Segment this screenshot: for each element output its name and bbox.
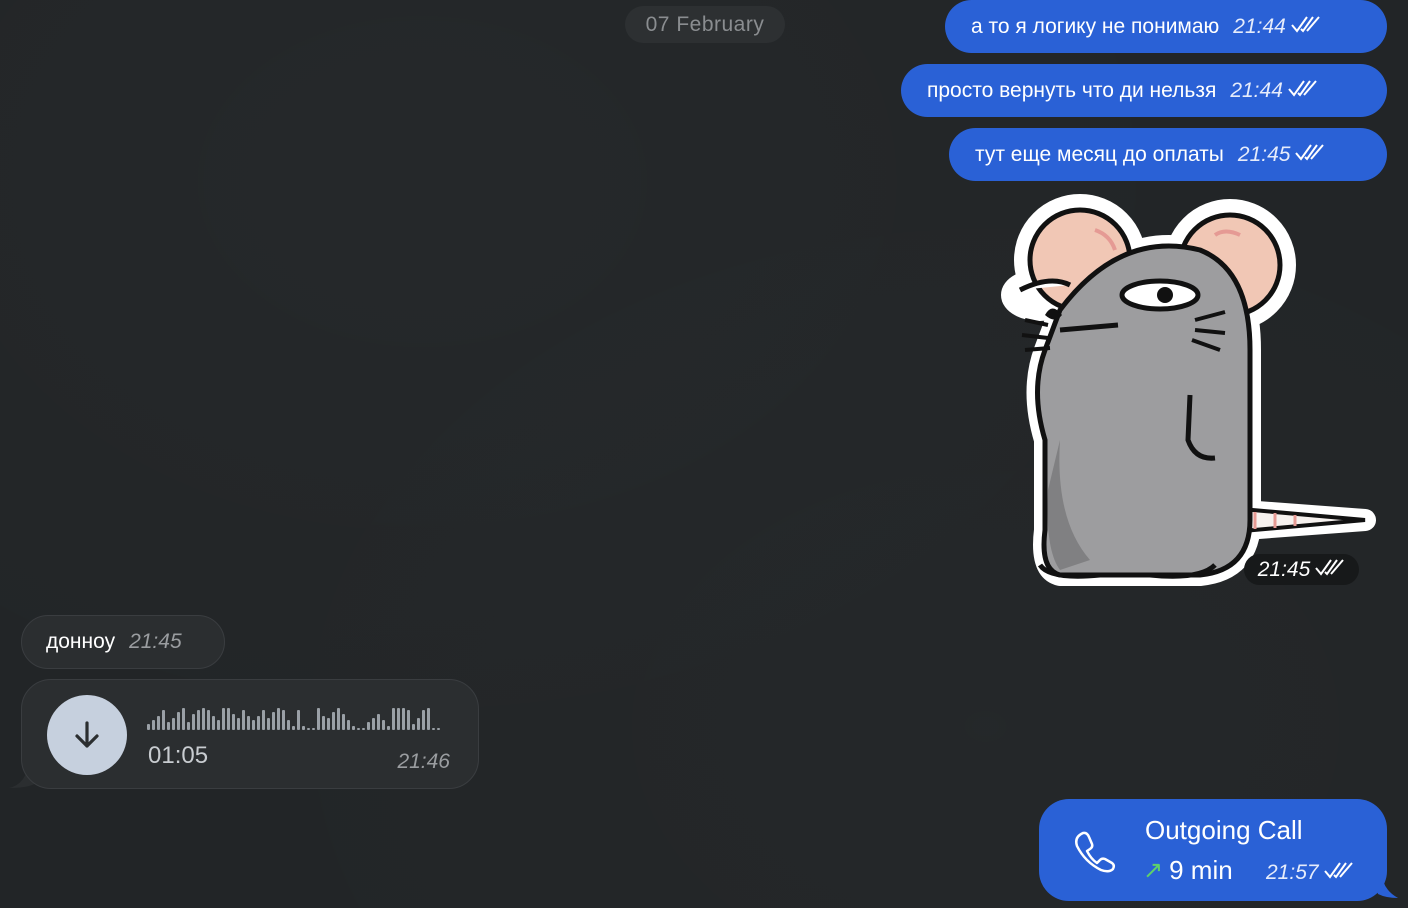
waveform-bar (247, 716, 250, 730)
voice-waveform[interactable] (147, 706, 447, 732)
waveform-bar (217, 720, 220, 730)
waveform-bar (177, 712, 180, 730)
message-text: а то я логику не понимаю (971, 14, 1220, 38)
waveform-bar (302, 726, 305, 730)
message-time: 21:45 (129, 630, 182, 653)
double-check-icon (1323, 861, 1354, 885)
waveform-bar (262, 710, 265, 730)
waveform-bar (372, 718, 375, 730)
outgoing-message[interactable]: тут еще месяц до оплаты 21:45 (949, 128, 1387, 181)
waveform-bar (157, 716, 160, 730)
waveform-bar (292, 726, 295, 730)
waveform-bar (227, 708, 230, 730)
waveform-bar (162, 710, 165, 730)
waveform-bar (297, 710, 300, 730)
waveform-bar (152, 720, 155, 730)
double-check-icon (1315, 558, 1345, 582)
outgoing-call-message[interactable]: Outgoing Call ↗ 9 min 21:57 (1039, 799, 1387, 901)
waveform-bar (342, 714, 345, 730)
voice-download-button[interactable] (47, 695, 127, 775)
call-info: ↗ 9 min (1143, 855, 1233, 886)
waveform-bar (147, 724, 150, 730)
waveform-bar (182, 708, 185, 730)
call-time: 21:57 (1266, 861, 1319, 884)
waveform-bar (317, 708, 320, 730)
waveform-bar (222, 708, 225, 730)
waveform-bar (422, 710, 425, 730)
message-text: просто вернуть что ди нельзя (927, 78, 1217, 102)
waveform-bar (267, 718, 270, 730)
incoming-message[interactable]: донноу 21:45 (21, 615, 225, 669)
waveform-bar (337, 708, 340, 730)
waveform-bar (407, 710, 410, 730)
message-time: 21:45 (1237, 142, 1291, 166)
call-duration: 9 min (1169, 855, 1233, 885)
outgoing-arrow-icon: ↗ (1143, 857, 1164, 884)
waveform-bar (232, 714, 235, 730)
waveform-bar (357, 728, 360, 730)
voice-time: 21:46 (397, 750, 450, 773)
waveform-bar (387, 726, 390, 730)
outgoing-message[interactable]: а то я логику не понимаю 21:44 (945, 0, 1387, 53)
waveform-bar (397, 708, 400, 730)
waveform-bar (287, 720, 290, 730)
rat-sticker[interactable] (1000, 190, 1380, 595)
waveform-bar (242, 710, 245, 730)
waveform-bar (352, 726, 355, 730)
waveform-bar (402, 708, 405, 730)
waveform-bar (307, 728, 310, 730)
waveform-bar (237, 718, 240, 730)
waveform-bar (312, 728, 315, 730)
waveform-bar (192, 714, 195, 730)
waveform-bar (172, 718, 175, 730)
voice-duration: 01:05 (148, 742, 209, 769)
sticker-time: 21:45 (1257, 557, 1311, 581)
message-text: донноу (46, 630, 116, 653)
waveform-bar (187, 722, 190, 730)
waveform-bar (272, 712, 275, 730)
waveform-bar (277, 708, 280, 730)
voice-message[interactable]: 01:05 21:46 (21, 679, 479, 789)
waveform-bar (212, 716, 215, 730)
waveform-bar (377, 714, 380, 730)
call-title: Outgoing Call (1145, 815, 1303, 845)
sticker-time-badge: 21:45 (1244, 554, 1359, 585)
waveform-bar (207, 710, 210, 730)
waveform-bar (362, 728, 365, 730)
call-time-row: 21:57 (1266, 861, 1354, 885)
waveform-bar (432, 728, 435, 730)
waveform-bar (332, 712, 335, 730)
waveform-bar (202, 708, 205, 730)
waveform-bar (382, 720, 385, 730)
outgoing-message[interactable]: просто вернуть что ди нельзя 21:44 (901, 64, 1387, 117)
waveform-bar (367, 722, 370, 730)
download-arrow-icon (75, 721, 99, 748)
waveform-bar (347, 720, 350, 730)
waveform-bar (427, 708, 430, 730)
message-time: 21:44 (1230, 78, 1283, 102)
waveform-bar (327, 718, 330, 730)
double-check-icon (1291, 15, 1321, 39)
waveform-bar (412, 724, 415, 730)
double-check-icon (1288, 79, 1318, 103)
waveform-bar (322, 716, 325, 730)
date-separator: 07 February (625, 6, 785, 43)
waveform-bar (392, 708, 395, 730)
phone-icon (1073, 829, 1117, 878)
waveform-bar (437, 728, 440, 730)
message-time: 21:44 (1233, 14, 1286, 38)
waveform-bar (282, 710, 285, 730)
waveform-bar (257, 716, 260, 730)
waveform-bar (417, 718, 420, 730)
message-text: тут еще месяц до оплаты (975, 142, 1224, 166)
waveform-bar (167, 722, 170, 730)
double-check-icon (1295, 143, 1325, 167)
waveform-bar (252, 720, 255, 730)
waveform-bar (197, 710, 200, 730)
